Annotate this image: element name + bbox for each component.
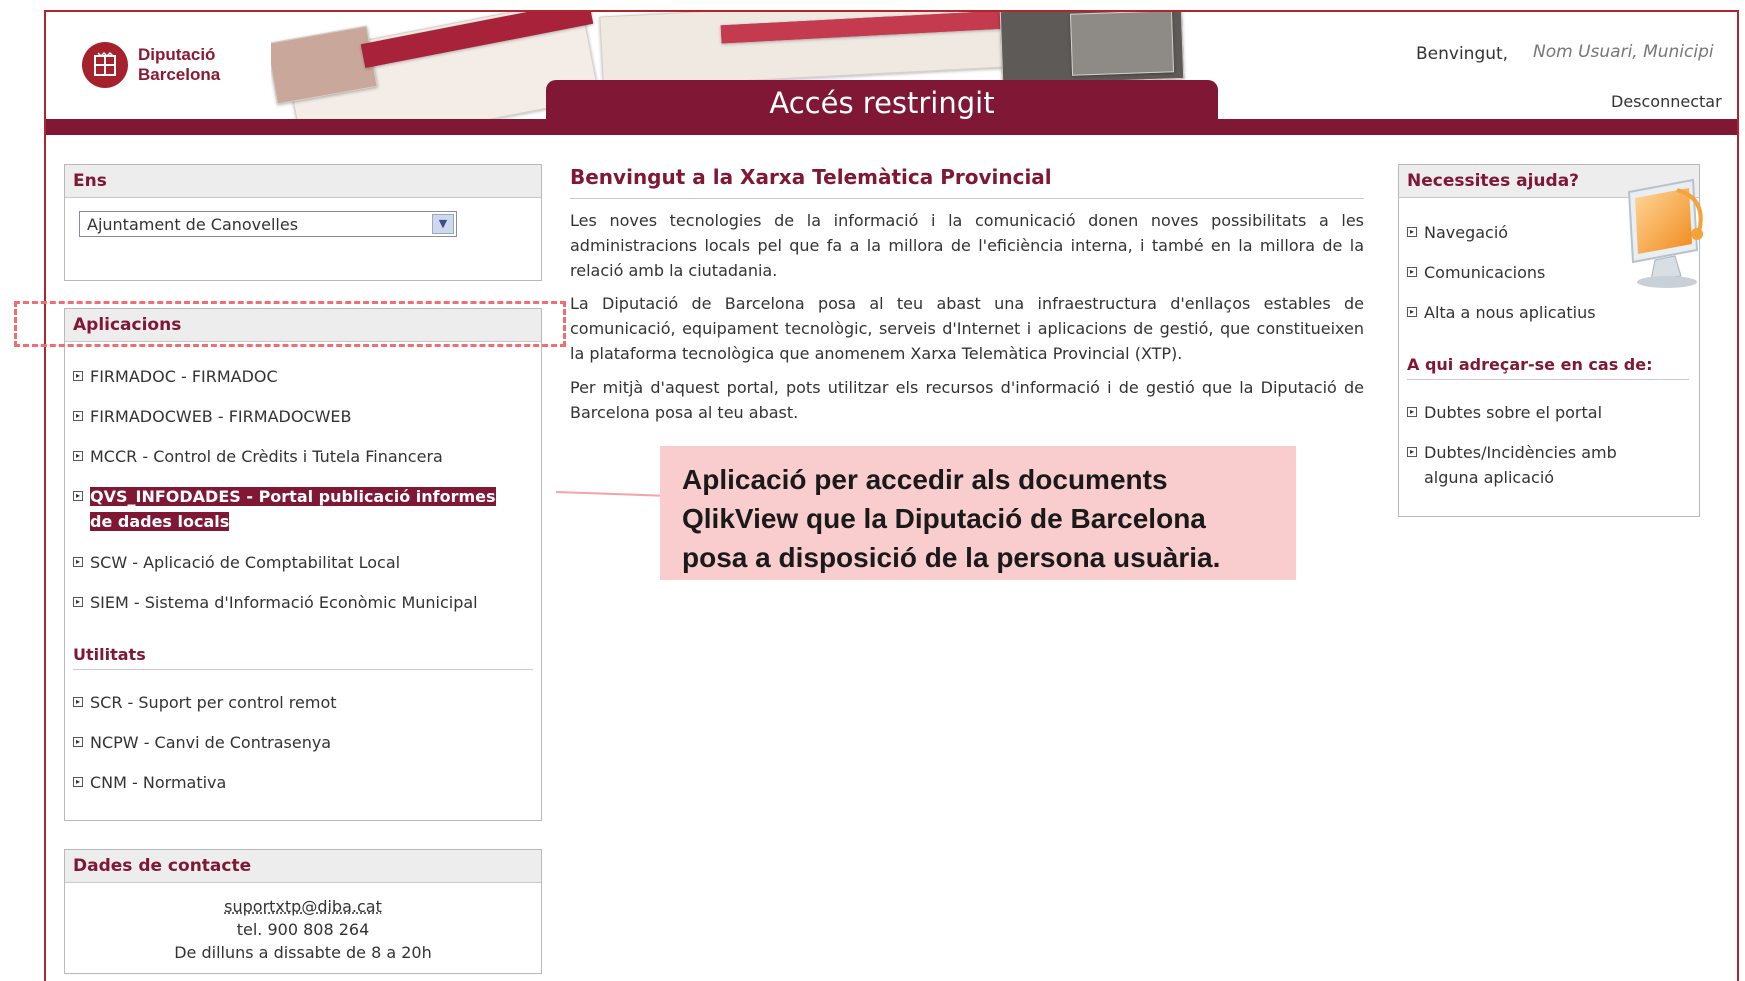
help-item-comunicacions[interactable]: ▸ Comunicacions <box>1407 263 1545 282</box>
app-label: FIRMADOCWEB - FIRMADOCWEB <box>90 407 352 426</box>
app-item-siem[interactable]: ▸ SIEM - Sistema d'Informació Econòmic M… <box>73 593 478 612</box>
arrow-bullet-icon: ▸ <box>73 777 83 787</box>
utility-item-ncpw[interactable]: ▸ NCPW - Canvi de Contrasenya <box>73 733 331 752</box>
logo-line-2: Barcelona <box>138 65 221 84</box>
ens-select[interactable]: Ajuntament de Canovelles ▼ <box>79 211 457 237</box>
app-label: FIRMADOC - FIRMADOC <box>90 367 278 386</box>
app-item-mccr[interactable]: ▸ MCCR - Control de Crèdits i Tutela Fin… <box>73 447 443 466</box>
arrow-bullet-icon: ▸ <box>73 451 83 461</box>
user-name: Nom Usuari, Municipi <box>1533 42 1714 62</box>
arrow-bullet-icon: ▸ <box>1407 447 1417 457</box>
logo-line-1: Diputació <box>138 45 216 64</box>
help-label: Dubtes/Incidències amb <box>1424 443 1617 462</box>
contact-panel: Dades de contacte suportxtp@diba.cat tel… <box>64 849 542 974</box>
app-label-highlighted: QVS_INFODADES - Portal publicació inform… <box>90 487 496 506</box>
app-item-firmadocweb[interactable]: ▸ FIRMADOCWEB - FIRMADOCWEB <box>73 407 352 426</box>
help-item-dubtes-aplicacio[interactable]: ▸ Dubtes/Incidències amb alguna aplicaci… <box>1407 443 1617 490</box>
app-item-scw[interactable]: ▸ SCW - Aplicació de Comptabilitat Local <box>73 553 400 572</box>
help-item-alta[interactable]: ▸ Alta a nous aplicatius <box>1407 303 1596 322</box>
arrow-bullet-icon: ▸ <box>73 697 83 707</box>
arrow-bullet-icon: ▸ <box>73 557 83 567</box>
app-label: MCCR - Control de Crèdits i Tutela Finan… <box>90 447 443 466</box>
arrow-bullet-icon: ▸ <box>1407 267 1417 277</box>
help-label-cont: alguna aplicació <box>1424 468 1555 487</box>
app-label-highlighted-cont: de dades locals <box>90 512 230 531</box>
apps-panel: Aplicacions ▸ FIRMADOC - FIRMADOC ▸ FIRM… <box>64 308 542 821</box>
ens-panel: Ens Ajuntament de Canovelles ▼ <box>64 164 542 281</box>
ens-selected-value: Ajuntament de Canovelles <box>87 215 299 234</box>
utility-item-cnm[interactable]: ▸ CNM - Normativa <box>73 773 226 792</box>
utility-label: SCR - Suport per control remot <box>90 693 337 712</box>
app-label: SIEM - Sistema d'Informació Econòmic Mun… <box>90 593 478 612</box>
app-item-qvs-infodades[interactable]: ▸ QVS_INFODADES - Portal publicació info… <box>73 487 496 534</box>
contact-heading: Dades de contacte <box>65 850 541 883</box>
help-item-dubtes-portal[interactable]: ▸ Dubtes sobre el portal <box>1407 403 1602 422</box>
arrow-bullet-icon: ▸ <box>73 371 83 381</box>
contact-phone: tel. 900 808 264 <box>236 920 370 939</box>
ens-heading: Ens <box>65 165 541 198</box>
intro-paragraph-1: Les noves tecnologies de la informació i… <box>570 211 1364 280</box>
arrow-bullet-icon: ▸ <box>1407 407 1417 417</box>
help-label: Navegació <box>1424 223 1509 242</box>
arrow-bullet-icon: ▸ <box>73 597 83 607</box>
header-bar <box>46 119 1737 135</box>
help-item-navegacio[interactable]: ▸ Navegació <box>1407 223 1508 242</box>
site-header: Diputació Barcelona Accés restringit Ben… <box>46 12 1737 136</box>
help-label: Alta a nous aplicatius <box>1424 303 1596 322</box>
help-label: Dubtes sobre el portal <box>1424 403 1603 422</box>
contact-hours: De dilluns a dissabte de 8 a 20h <box>174 943 432 962</box>
utilities-divider <box>73 669 533 670</box>
arrow-bullet-icon: ▸ <box>73 737 83 747</box>
arrow-bullet-icon: ▸ <box>73 491 83 501</box>
help-label: Comunicacions <box>1424 263 1546 282</box>
utility-label: NCPW - Canvi de Contrasenya <box>90 733 332 752</box>
contact-who-divider <box>1407 379 1689 380</box>
coat-of-arms-icon <box>82 42 128 88</box>
logout-link[interactable]: Desconnectar <box>1611 92 1722 111</box>
app-item-firmadoc[interactable]: ▸ FIRMADOC - FIRMADOC <box>73 367 278 386</box>
main-title-divider <box>570 198 1364 199</box>
utility-item-scr[interactable]: ▸ SCR - Suport per control remot <box>73 693 337 712</box>
intro-paragraph-2: La Diputació de Barcelona posa al teu ab… <box>570 294 1364 363</box>
welcome-text: Benvingut, <box>1416 44 1509 64</box>
highlight-dashed-box <box>14 301 566 347</box>
arrow-bullet-icon: ▸ <box>1407 307 1417 317</box>
app-label: SCW - Aplicació de Comptabilitat Local <box>90 553 401 572</box>
contact-email-link[interactable]: suportxtp@diba.cat <box>65 895 541 918</box>
computer-monitor-icon <box>1615 172 1707 290</box>
contact-who-heading: A qui adreçar-se en cas de: <box>1407 355 1653 374</box>
diputacio-logo[interactable]: Diputació Barcelona <box>82 42 220 88</box>
utility-label: CNM - Normativa <box>90 773 227 792</box>
main-title: Benvingut a la Xarxa Telemàtica Provinci… <box>570 165 1052 189</box>
chevron-down-icon[interactable]: ▼ <box>432 214 454 234</box>
annotation-callout: Aplicació per accedir als documents Qlik… <box>660 446 1296 580</box>
utilities-heading: Utilitats <box>73 645 146 664</box>
arrow-bullet-icon: ▸ <box>73 411 83 421</box>
intro-paragraph-3: Per mitjà d'aquest portal, pots utilitza… <box>570 378 1364 422</box>
arrow-bullet-icon: ▸ <box>1407 227 1417 237</box>
